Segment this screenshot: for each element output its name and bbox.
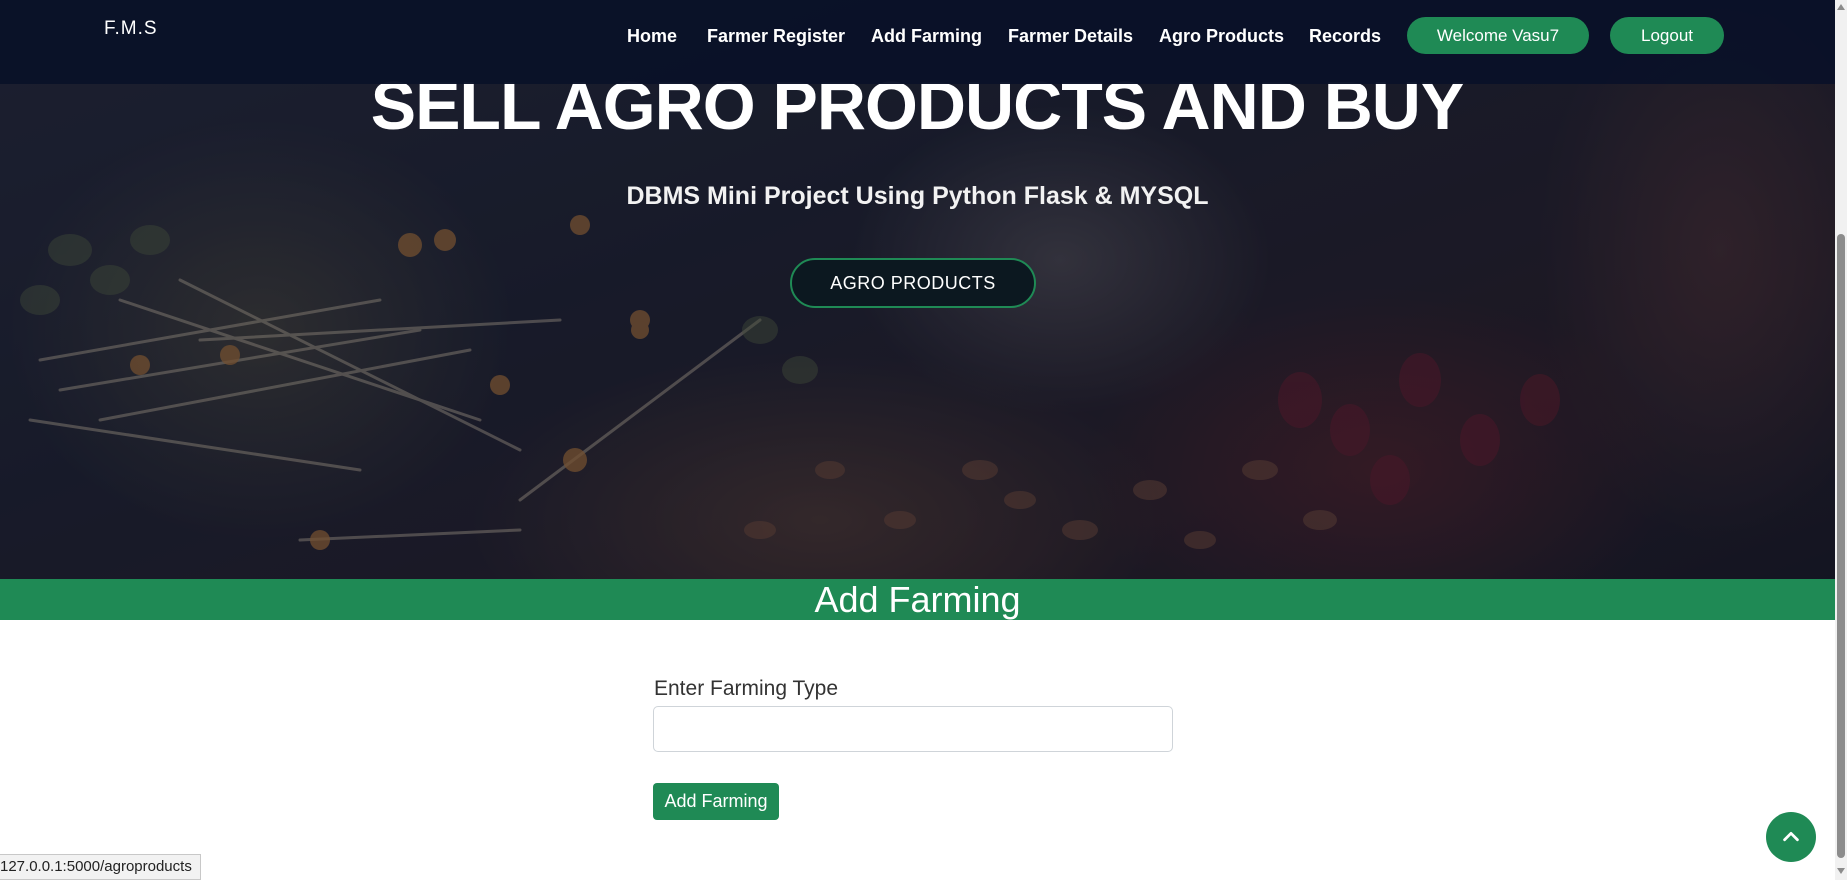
nav-link-agro-products[interactable]: Agro Products xyxy=(1159,26,1284,47)
scroll-thumb[interactable] xyxy=(1837,234,1845,858)
nav-link-records[interactable]: Records xyxy=(1309,26,1381,47)
nav-link-home[interactable]: Home xyxy=(627,26,677,47)
nav-link-farmer-details[interactable]: Farmer Details xyxy=(1008,26,1133,47)
hero-subtitle: DBMS Mini Project Using Python Flask & M… xyxy=(626,182,1209,210)
hero-section: SELL AGRO PRODUCTS AND BUY DBMS Mini Pro… xyxy=(0,0,1835,579)
scroll-down-arrow-icon[interactable] xyxy=(1837,868,1845,874)
brand-logo[interactable]: F.M.S xyxy=(104,18,158,40)
nav-link-add-farming[interactable]: Add Farming xyxy=(871,26,982,47)
navbar: F.M.S Home Farmer Register Add Farming F… xyxy=(0,0,1835,84)
section-title: Add Farming xyxy=(814,579,1021,620)
farming-type-label: Enter Farming Type xyxy=(654,677,839,700)
status-bar-url: 127.0.0.1:5000/agroproducts xyxy=(0,854,201,880)
scroll-up-arrow-icon[interactable] xyxy=(1837,4,1845,10)
farming-type-input[interactable] xyxy=(653,706,1173,752)
back-to-top-button[interactable] xyxy=(1766,812,1816,862)
page-scrollbar[interactable] xyxy=(1835,0,1847,880)
add-farming-submit-button[interactable]: Add Farming xyxy=(653,783,779,820)
nav-link-farmer-register[interactable]: Farmer Register xyxy=(707,26,845,47)
agro-products-button[interactable]: AGRO PRODUCTS xyxy=(790,258,1036,308)
chevron-up-icon xyxy=(1783,831,1799,842)
welcome-user-button[interactable]: Welcome Vasu7 xyxy=(1407,17,1589,54)
logout-button[interactable]: Logout xyxy=(1610,17,1724,54)
